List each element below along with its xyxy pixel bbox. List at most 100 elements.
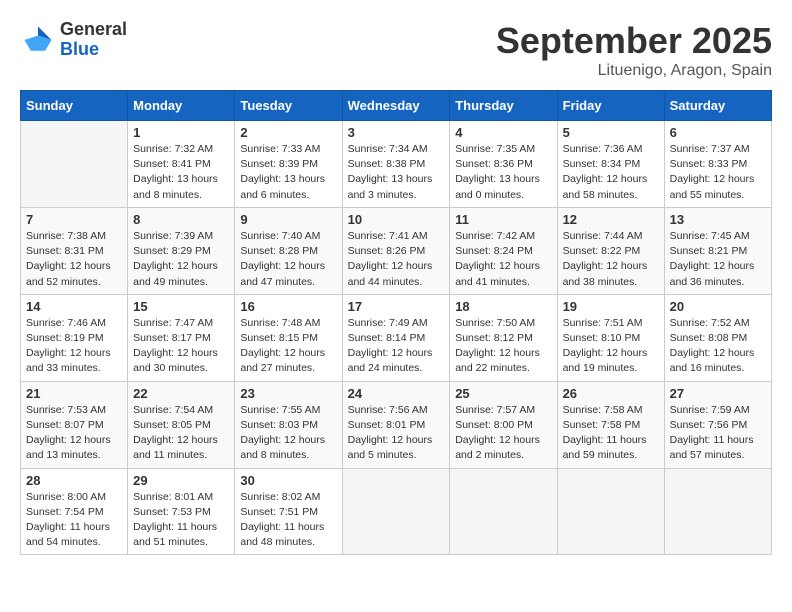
calendar-cell: 3 Sunrise: 7:34 AM Sunset: 8:38 PM Daylig… [342,121,450,208]
day-number: 29 [133,473,229,488]
calendar-cell [342,468,450,555]
title-section: September 2025 Lituenigo, Aragon, Spain [496,20,772,80]
calendar-cell: 19 Sunrise: 7:51 AM Sunset: 8:10 PM Dayli… [557,294,664,381]
calendar-cell: 9 Sunrise: 7:40 AM Sunset: 8:28 PM Daylig… [235,207,342,294]
calendar-cell: 5 Sunrise: 7:36 AM Sunset: 8:34 PM Daylig… [557,121,664,208]
calendar-cell: 2 Sunrise: 7:33 AM Sunset: 8:39 PM Daylig… [235,121,342,208]
calendar-cell: 27 Sunrise: 7:59 AM Sunset: 7:56 PM Dayli… [664,381,771,468]
day-header-tuesday: Tuesday [235,91,342,121]
logo-text: General Blue [60,20,127,60]
calendar-cell: 21Sunrise: 7:53 AM Sunset: 8:07 PM Dayli… [21,381,128,468]
day-number: 20 [670,299,766,314]
calendar-cell: 18 Sunrise: 7:50 AM Sunset: 8:12 PM Dayli… [450,294,557,381]
calendar-week-row: 21Sunrise: 7:53 AM Sunset: 8:07 PM Dayli… [21,381,772,468]
day-info: Sunrise: 7:37 AM Sunset: 8:33 PM Dayligh… [670,142,766,203]
day-info: Sunrise: 7:51 AM Sunset: 8:10 PM Dayligh… [563,316,659,377]
day-info: Sunrise: 7:50 AM Sunset: 8:12 PM Dayligh… [455,316,551,377]
calendar-cell: 17 Sunrise: 7:49 AM Sunset: 8:14 PM Dayli… [342,294,450,381]
day-info: Sunrise: 7:57 AM Sunset: 8:00 PM Dayligh… [455,403,551,464]
calendar-cell: 24 Sunrise: 7:56 AM Sunset: 8:01 PM Dayli… [342,381,450,468]
day-number: 17 [348,299,445,314]
calendar-cell: 11 Sunrise: 7:42 AM Sunset: 8:24 PM Dayli… [450,207,557,294]
day-number: 23 [240,386,336,401]
day-number: 15 [133,299,229,314]
day-info: Sunrise: 7:44 AM Sunset: 8:22 PM Dayligh… [563,229,659,290]
day-info: Sunrise: 7:56 AM Sunset: 8:01 PM Dayligh… [348,403,445,464]
day-info: Sunrise: 7:45 AM Sunset: 8:21 PM Dayligh… [670,229,766,290]
day-info: Sunrise: 8:01 AM Sunset: 7:53 PM Dayligh… [133,490,229,551]
calendar-cell: 15 Sunrise: 7:47 AM Sunset: 8:17 PM Dayli… [128,294,235,381]
calendar-cell: 10 Sunrise: 7:41 AM Sunset: 8:26 PM Dayli… [342,207,450,294]
calendar-cell: 6 Sunrise: 7:37 AM Sunset: 8:33 PM Daylig… [664,121,771,208]
page-header: General Blue September 2025 Lituenigo, A… [20,20,772,80]
calendar-cell: 22 Sunrise: 7:54 AM Sunset: 8:05 PM Dayli… [128,381,235,468]
day-number: 26 [563,386,659,401]
calendar-cell: 28Sunrise: 8:00 AM Sunset: 7:54 PM Dayli… [21,468,128,555]
logo-icon [20,22,56,58]
calendar-cell [557,468,664,555]
day-header-saturday: Saturday [664,91,771,121]
day-number: 24 [348,386,445,401]
day-info: Sunrise: 7:42 AM Sunset: 8:24 PM Dayligh… [455,229,551,290]
day-number: 19 [563,299,659,314]
month-title: September 2025 [496,20,772,62]
calendar-cell: 20 Sunrise: 7:52 AM Sunset: 8:08 PM Dayli… [664,294,771,381]
day-number: 6 [670,125,766,140]
calendar-cell [450,468,557,555]
calendar-cell: 30 Sunrise: 8:02 AM Sunset: 7:51 PM Dayli… [235,468,342,555]
calendar-cell: 4 Sunrise: 7:35 AM Sunset: 8:36 PM Daylig… [450,121,557,208]
logo-blue-text: Blue [60,40,127,60]
calendar-cell: 25Sunrise: 7:57 AM Sunset: 8:00 PM Dayli… [450,381,557,468]
calendar-header-row: SundayMondayTuesdayWednesdayThursdayFrid… [21,91,772,121]
calendar-cell [664,468,771,555]
day-header-monday: Monday [128,91,235,121]
day-number: 14 [26,299,122,314]
calendar-cell: 8Sunrise: 7:39 AM Sunset: 8:29 PM Daylig… [128,207,235,294]
day-info: Sunrise: 7:48 AM Sunset: 8:15 PM Dayligh… [240,316,336,377]
location: Lituenigo, Aragon, Spain [496,62,772,80]
day-number: 18 [455,299,551,314]
calendar-week-row: 14 Sunrise: 7:46 AM Sunset: 8:19 PM Dayli… [21,294,772,381]
day-info: Sunrise: 7:47 AM Sunset: 8:17 PM Dayligh… [133,316,229,377]
day-number: 9 [240,212,336,227]
day-info: Sunrise: 7:59 AM Sunset: 7:56 PM Dayligh… [670,403,766,464]
day-info: Sunrise: 7:33 AM Sunset: 8:39 PM Dayligh… [240,142,336,203]
day-info: Sunrise: 7:36 AM Sunset: 8:34 PM Dayligh… [563,142,659,203]
day-number: 22 [133,386,229,401]
day-number: 7 [26,212,122,227]
day-info: Sunrise: 7:46 AM Sunset: 8:19 PM Dayligh… [26,316,122,377]
day-info: Sunrise: 7:39 AM Sunset: 8:29 PM Dayligh… [133,229,229,290]
calendar-cell: 16 Sunrise: 7:48 AM Sunset: 8:15 PM Dayli… [235,294,342,381]
day-info: Sunrise: 7:40 AM Sunset: 8:28 PM Dayligh… [240,229,336,290]
day-number: 5 [563,125,659,140]
day-number: 13 [670,212,766,227]
day-number: 2 [240,125,336,140]
day-number: 10 [348,212,445,227]
day-info: Sunrise: 7:49 AM Sunset: 8:14 PM Dayligh… [348,316,445,377]
day-number: 30 [240,473,336,488]
day-number: 27 [670,386,766,401]
day-number: 4 [455,125,551,140]
day-header-sunday: Sunday [21,91,128,121]
day-info: Sunrise: 7:41 AM Sunset: 8:26 PM Dayligh… [348,229,445,290]
logo: General Blue [20,20,127,60]
day-info: Sunrise: 8:02 AM Sunset: 7:51 PM Dayligh… [240,490,336,551]
day-number: 16 [240,299,336,314]
day-number: 11 [455,212,551,227]
calendar-cell: 26Sunrise: 7:58 AM Sunset: 7:58 PM Dayli… [557,381,664,468]
day-info: Sunrise: 7:55 AM Sunset: 8:03 PM Dayligh… [240,403,336,464]
day-info: Sunrise: 7:35 AM Sunset: 8:36 PM Dayligh… [455,142,551,203]
calendar-cell: 1Sunrise: 7:32 AM Sunset: 8:41 PM Daylig… [128,121,235,208]
day-info: Sunrise: 8:00 AM Sunset: 7:54 PM Dayligh… [26,490,122,551]
calendar-cell: 23 Sunrise: 7:55 AM Sunset: 8:03 PM Dayli… [235,381,342,468]
day-info: Sunrise: 7:54 AM Sunset: 8:05 PM Dayligh… [133,403,229,464]
calendar-cell: 7Sunrise: 7:38 AM Sunset: 8:31 PM Daylig… [21,207,128,294]
day-number: 3 [348,125,445,140]
calendar-cell: 13 Sunrise: 7:45 AM Sunset: 8:21 PM Dayli… [664,207,771,294]
day-header-thursday: Thursday [450,91,557,121]
day-info: Sunrise: 7:32 AM Sunset: 8:41 PM Dayligh… [133,142,229,203]
day-info: Sunrise: 7:52 AM Sunset: 8:08 PM Dayligh… [670,316,766,377]
day-number: 12 [563,212,659,227]
day-info: Sunrise: 7:34 AM Sunset: 8:38 PM Dayligh… [348,142,445,203]
calendar-cell [21,121,128,208]
